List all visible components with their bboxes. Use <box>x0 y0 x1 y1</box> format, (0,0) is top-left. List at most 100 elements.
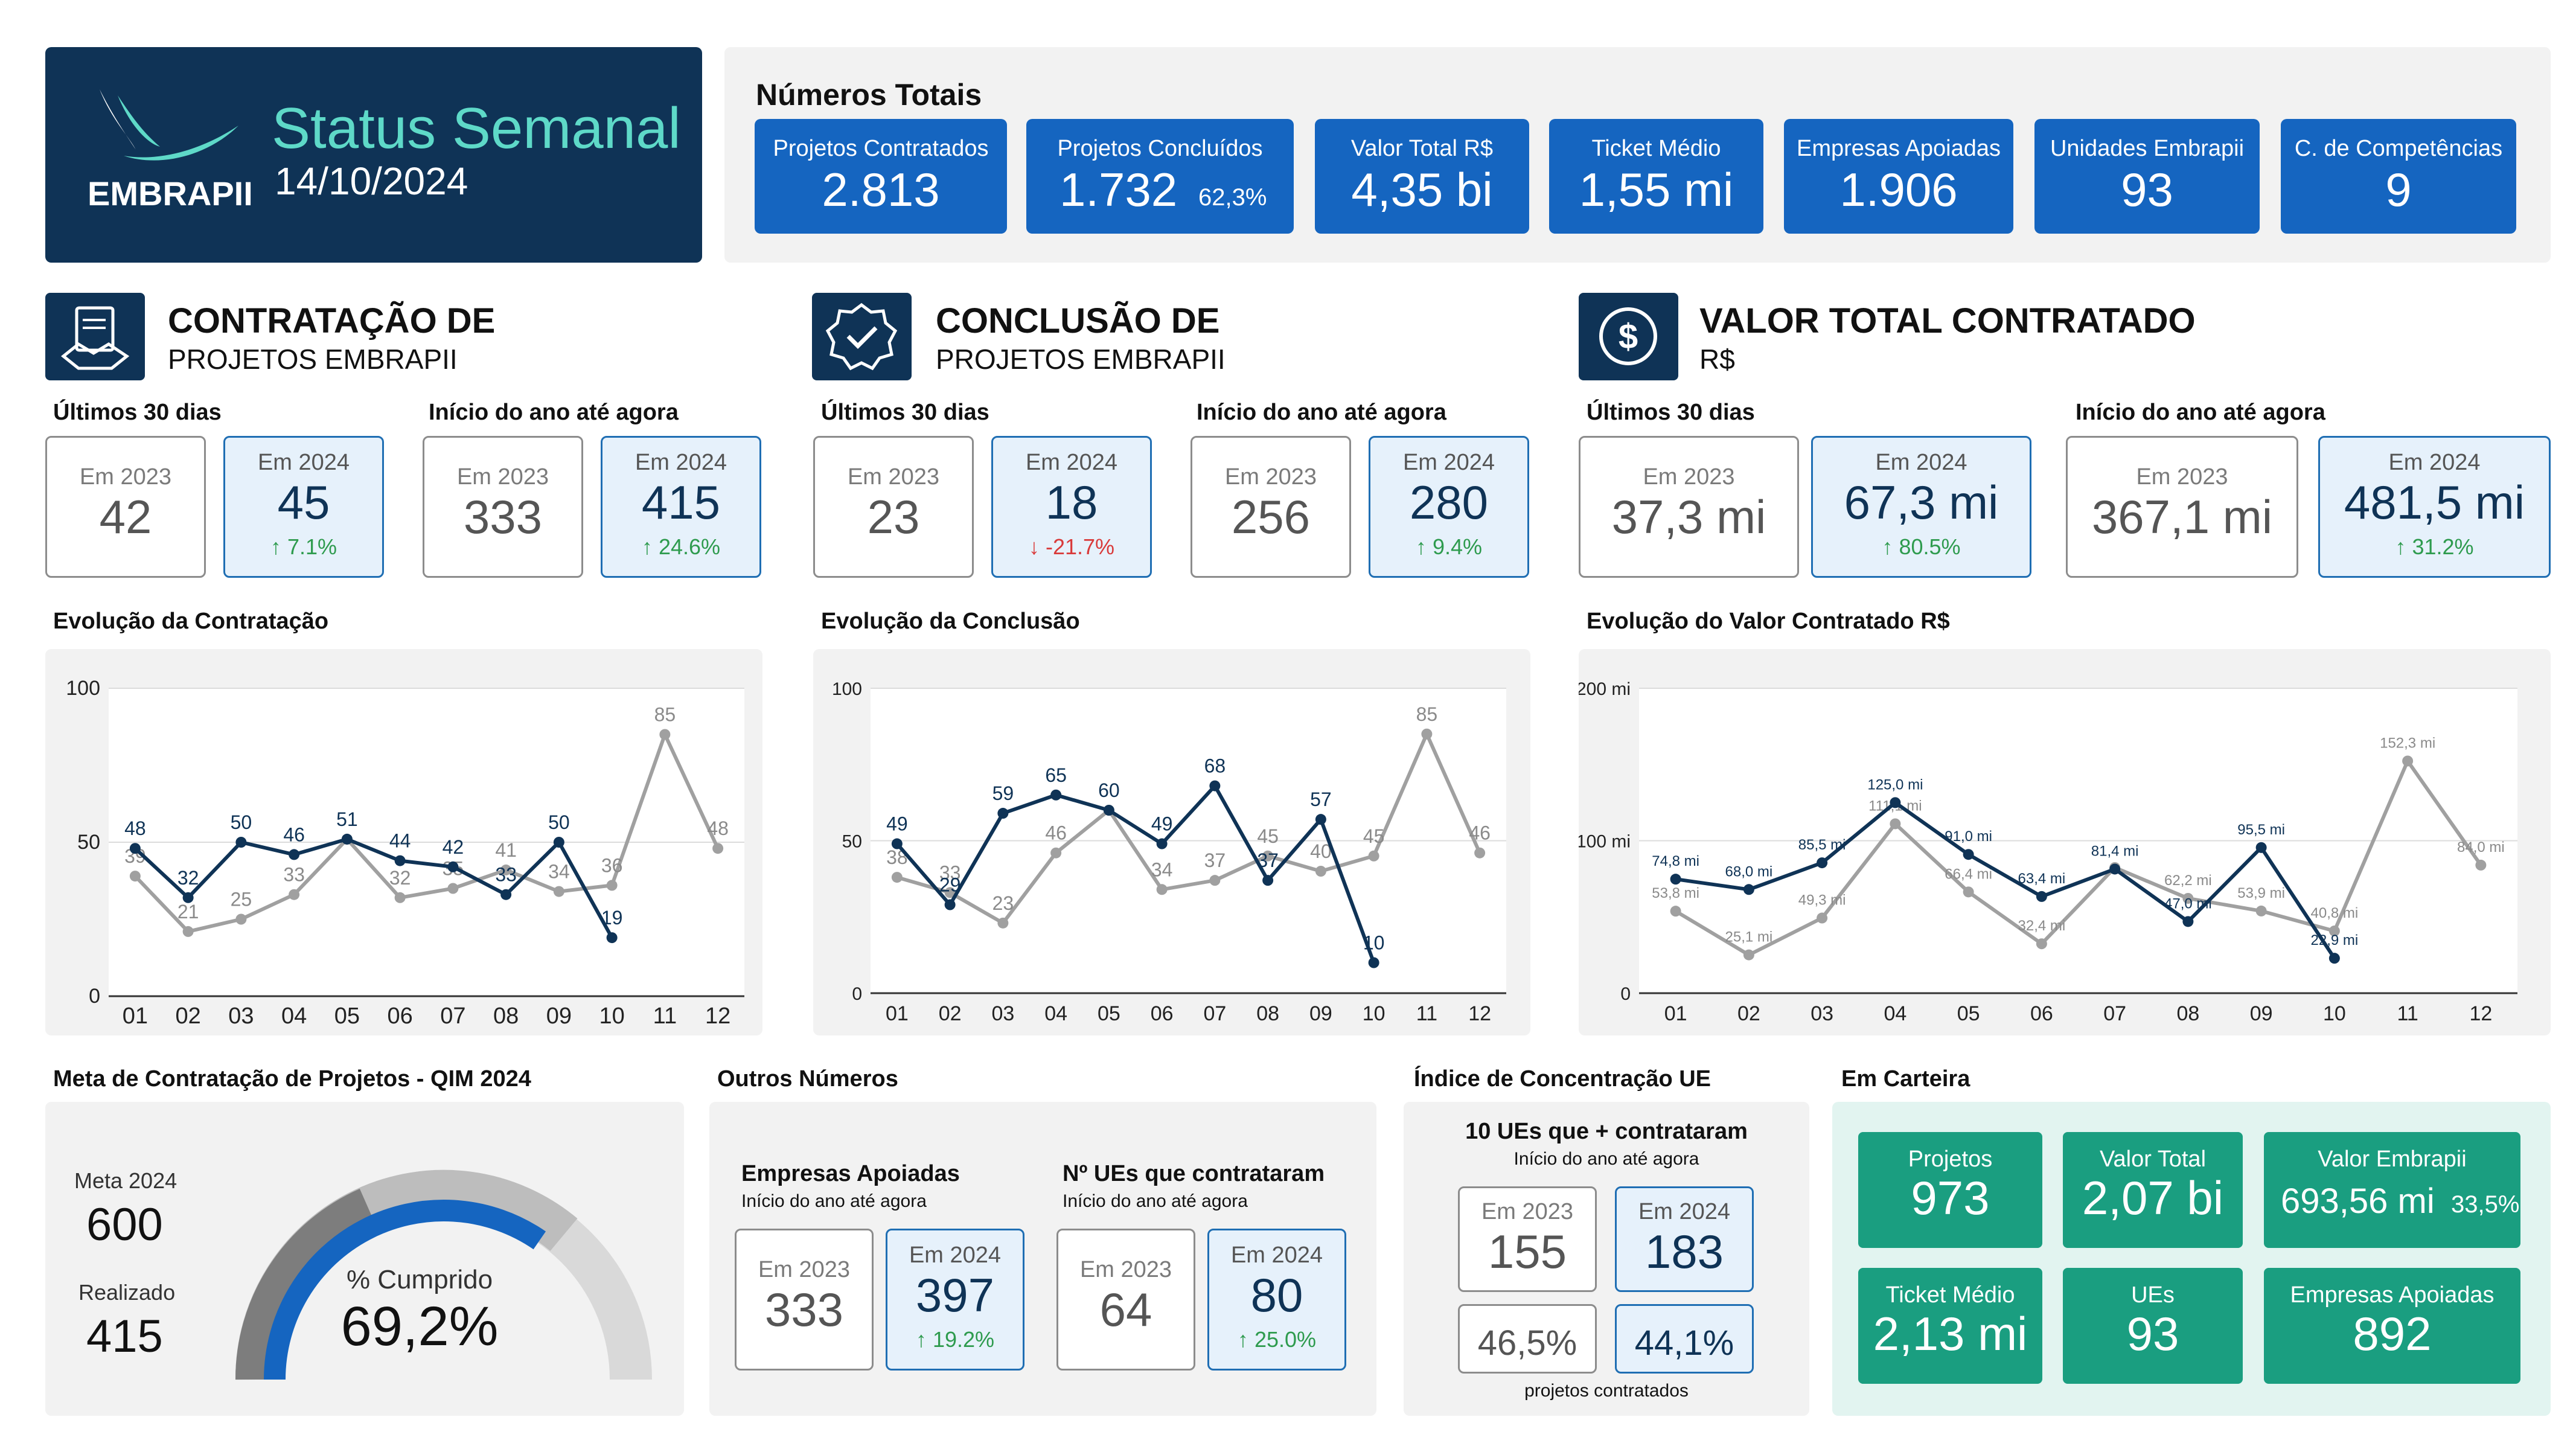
label-ytd-contratacao: Início do ano até agora <box>429 400 679 425</box>
section-title-valor: VALOR TOTAL CONTRATADO <box>1699 301 2196 341</box>
kpi-indice-pct-2023: 46,5% <box>1458 1304 1597 1374</box>
kpi-valor-ytd-2024: Em 2024 481,5 mi ↑ 31.2% <box>2318 436 2551 578</box>
kpi-valor-30d-2023: Em 2023 37,3 mi <box>1579 436 1799 578</box>
arrow-up-icon: ↑ <box>2395 534 2412 559</box>
data-point <box>2475 859 2487 871</box>
kpi-indice-2024: Em 2024 183 <box>1615 1186 1754 1292</box>
data-point <box>2182 916 2194 927</box>
total-card-empresas-apoiadas: Empresas Apoiadas 1.906 <box>1784 119 2013 234</box>
data-label: 84,0 mi <box>2457 839 2505 856</box>
arrow-up-icon: ↑ <box>270 534 287 559</box>
empresas-title: Empresas Apoiadas <box>741 1161 960 1186</box>
data-point <box>606 932 618 944</box>
section-title-contratacao: CONTRATAÇÃO DE <box>168 301 496 341</box>
data-point <box>500 889 512 900</box>
y-tick-label: 50 <box>842 832 862 852</box>
chart-panel-contratacao: 0 50 100 01 02 03 04 05 06 07 08 09 10 11 12 39 21 25 33 32… <box>45 649 762 1035</box>
data-label: 50 <box>548 811 570 833</box>
x-tick-label: 01 <box>123 1003 148 1029</box>
data-label: 47,0 mi <box>2164 895 2212 912</box>
label-last30-valor: Últimos 30 dias <box>1587 400 1755 425</box>
data-label: 49 <box>1151 813 1173 835</box>
x-tick-label: 09 <box>2250 1002 2273 1025</box>
x-tick-label: 02 <box>1737 1002 1760 1025</box>
data-label: 44 <box>389 830 411 852</box>
data-label: 48 <box>124 817 146 839</box>
data-label: 40,8 mi <box>2311 905 2359 921</box>
data-point <box>1315 814 1326 825</box>
svg-text:$: $ <box>1619 317 1638 356</box>
x-tick-label: 10 <box>2323 1002 2346 1025</box>
y-tick-label: 100 <box>832 679 862 699</box>
data-point <box>1050 847 1062 859</box>
x-tick-label: 05 <box>334 1003 360 1029</box>
data-point <box>1156 884 1168 895</box>
change-indicator: ↑ 9.4% <box>1415 534 1483 559</box>
x-tick-label: 05 <box>1957 1002 1980 1025</box>
carteira-panel: Projetos 973 Valor Total 2,07 bi Valor Emb… <box>1832 1102 2551 1416</box>
carteira-card-ues: UEs 93 <box>2063 1268 2243 1384</box>
data-label: 74,8 mi <box>1652 853 1699 869</box>
carteira-card-empresas-apoiadas: Empresas Apoiadas 892 <box>2264 1268 2520 1384</box>
indice-title: Índice de Concentração UE <box>1414 1066 1711 1092</box>
data-label: 32,4 mi <box>2018 918 2066 934</box>
data-point <box>2036 938 2047 950</box>
data-label: 48 <box>707 817 729 839</box>
data-label: 53,9 mi <box>2237 885 2285 901</box>
kpi-indice-2023: Em 2023 155 <box>1458 1186 1597 1292</box>
data-point <box>1963 886 1974 898</box>
data-point <box>997 917 1009 929</box>
data-point <box>129 871 141 882</box>
x-tick-label: 12 <box>1468 1002 1491 1025</box>
header-banner: EMBRAPII Status Semanal 14/10/2024 <box>45 47 702 263</box>
data-label: 85 <box>654 704 676 726</box>
data-point <box>182 892 194 903</box>
data-point <box>659 729 671 740</box>
data-label: 29 <box>939 874 961 896</box>
data-point <box>1421 728 1433 740</box>
data-point <box>891 872 903 883</box>
change-indicator: ↑ 7.1% <box>270 534 337 559</box>
data-label: 46 <box>1469 822 1491 844</box>
x-tick-label: 10 <box>1363 1002 1385 1025</box>
arrow-up-icon: ↑ <box>915 1327 933 1352</box>
x-tick-label: 03 <box>991 1002 1014 1025</box>
data-label: 51 <box>336 808 358 830</box>
x-tick-label: 08 <box>1256 1002 1279 1025</box>
data-label: 41 <box>495 839 517 861</box>
kpi-empresas-2024: Em 2024 397 ↑ 19.2% <box>886 1229 1024 1371</box>
data-label: 23 <box>992 892 1014 914</box>
data-point <box>1474 847 1486 859</box>
data-point <box>1209 875 1221 886</box>
label-ytd-conclusao: Início do ano até agora <box>1197 400 1446 425</box>
data-point <box>1890 797 1901 808</box>
data-point <box>394 892 406 903</box>
outros-title: Outros Números <box>717 1066 898 1092</box>
handshake-contract-icon <box>45 293 145 380</box>
data-label: 34 <box>1151 859 1173 880</box>
data-point <box>1315 866 1326 877</box>
data-label: 46 <box>1045 822 1067 844</box>
data-label: 49 <box>886 813 908 835</box>
indice-footer: projetos contratados <box>1524 1381 1689 1401</box>
kpi-empresas-2023: Em 2023 333 <box>735 1229 874 1371</box>
data-point <box>1817 912 1828 924</box>
data-label: 53,8 mi <box>1652 885 1699 901</box>
data-label: 10 <box>1363 932 1385 954</box>
meta-panel: Meta 2024 600 Realizado 415 % Cumprido 6… <box>45 1102 684 1416</box>
data-point <box>1156 838 1168 849</box>
x-tick-label: 11 <box>653 1003 677 1029</box>
x-tick-label: 02 <box>939 1002 962 1025</box>
data-point <box>447 861 459 872</box>
section-subtitle-valor: R$ <box>1699 344 1735 375</box>
change-indicator: ↓ -21.7% <box>1028 534 1115 559</box>
realizado-value: 415 <box>86 1311 163 1362</box>
y-tick-label: 50 <box>77 831 100 854</box>
kpi-contratacao-ytd-2023: Em 2023 333 <box>423 436 583 578</box>
data-point <box>235 837 247 848</box>
data-label: 37 <box>1204 849 1226 871</box>
data-point <box>1890 818 1901 830</box>
carteira-card-valor-embrapii: Valor Embrapii 693,56 mi 33,5% <box>2264 1132 2520 1248</box>
data-label: 36 <box>601 854 623 876</box>
data-label: 25 <box>231 889 252 910</box>
